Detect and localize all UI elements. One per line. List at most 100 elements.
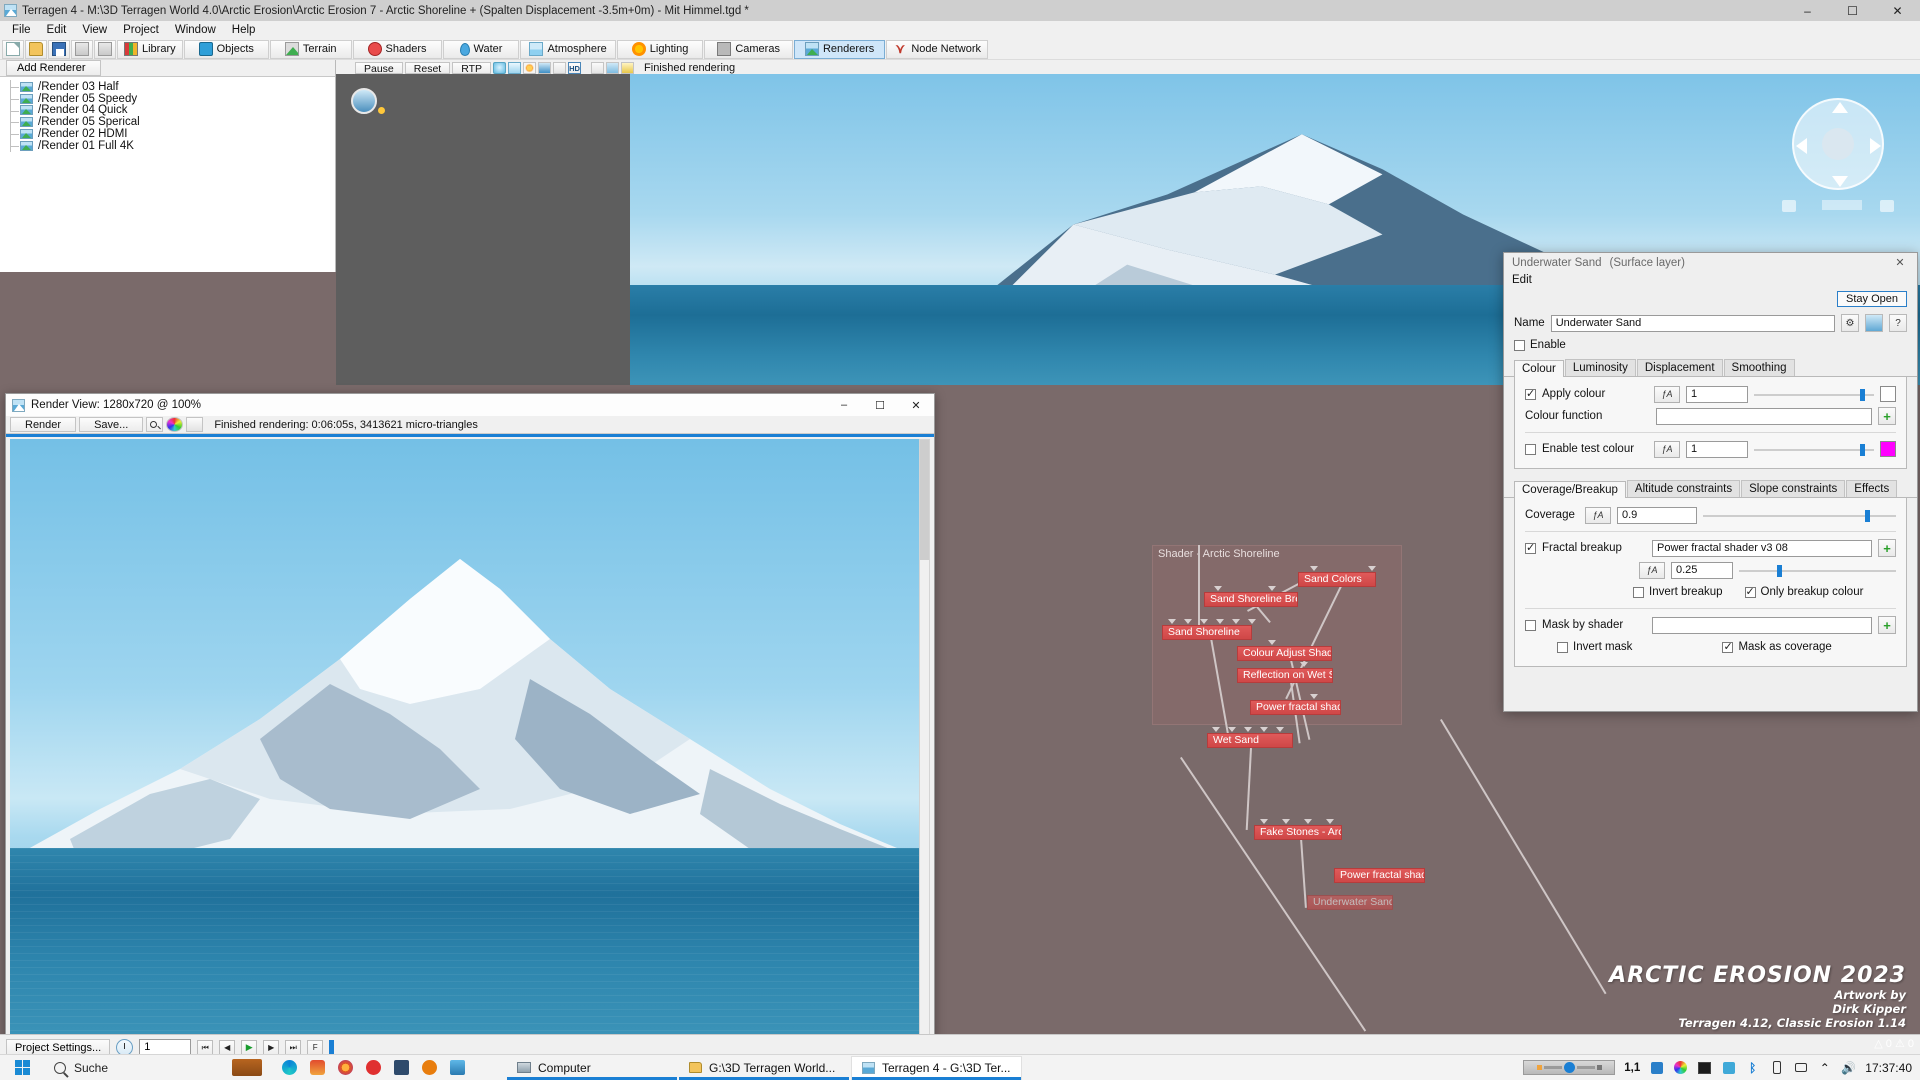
- pinned-paint-icon[interactable]: [443, 1055, 471, 1080]
- render-view-vertical-scrollbar[interactable]: [919, 439, 930, 1059]
- system-tray[interactable]: 1,1 ᛒ ⌃ 🔊 17:37:40: [1523, 1060, 1920, 1075]
- viewport-nav-gizmo[interactable]: [1764, 80, 1912, 220]
- toolbar-water[interactable]: Water: [442, 39, 520, 59]
- pinned-edge-icon[interactable]: [275, 1055, 303, 1080]
- list-item[interactable]: /Render 01 Full 4K: [8, 138, 335, 152]
- viewport-sphere-icon[interactable]: [493, 62, 507, 74]
- renderer-list[interactable]: /Render 03 Half /Render 05 Speedy /Rende…: [0, 77, 335, 152]
- battery-icon[interactable]: [1769, 1060, 1784, 1075]
- mask-by-shader-input[interactable]: [1652, 616, 1872, 634]
- viewport-preview-thumb[interactable]: [351, 88, 377, 114]
- add-renderer-button[interactable]: Add Renderer: [6, 60, 101, 76]
- taskbar-task-terragen[interactable]: Terragen 4 - G:\3D Ter...: [851, 1055, 1022, 1080]
- touch-icon[interactable]: [1721, 1060, 1736, 1075]
- window-controls[interactable]: – ☐ ✕: [1785, 0, 1920, 21]
- toolbar-cameras[interactable]: Cameras: [704, 39, 793, 59]
- viewport-water-icon[interactable]: [538, 62, 552, 74]
- enable-row[interactable]: Enable: [1504, 336, 1917, 354]
- menu-item-file[interactable]: File: [4, 23, 39, 37]
- properties-menu-bar[interactable]: Edit: [1504, 272, 1917, 288]
- apply-colour-function-button[interactable]: ƒA: [1654, 385, 1680, 403]
- colour-function-input[interactable]: [1656, 407, 1872, 425]
- invert-breakup-option[interactable]: Invert breakup: [1633, 586, 1723, 598]
- tab-coverage-breakup[interactable]: Coverage/Breakup: [1514, 481, 1626, 498]
- toolbar-shaders[interactable]: Shaders: [352, 39, 442, 59]
- minimize-button[interactable]: –: [1785, 0, 1830, 21]
- notification-counts[interactable]: △ 0 ⚠ 0: [1874, 1037, 1914, 1050]
- coverage-value-input[interactable]: 0.9: [1617, 506, 1697, 524]
- render-view-maximize-button[interactable]: ☐: [862, 394, 898, 416]
- rendered-image[interactable]: [10, 439, 923, 1059]
- slider-knob[interactable]: [1776, 564, 1782, 577]
- slider-knob[interactable]: [1859, 388, 1865, 401]
- apply-colour-checkbox[interactable]: [1525, 387, 1536, 400]
- viewport-rtp-button[interactable]: RTP: [452, 62, 492, 75]
- pinned-apps[interactable]: [219, 1055, 275, 1080]
- list-item[interactable]: /Render 02 HDMI: [8, 127, 335, 140]
- pinned-blender-icon[interactable]: [415, 1055, 443, 1080]
- menu-item-edit[interactable]: Edit: [39, 23, 75, 37]
- enable-checkbox[interactable]: [1514, 339, 1525, 351]
- maximize-button[interactable]: ☐: [1830, 0, 1875, 21]
- render-view-window-controls[interactable]: – ☐ ✕: [826, 394, 934, 416]
- appearance-tabs[interactable]: Colour Luminosity Displacement Smoothing: [1504, 358, 1917, 377]
- stay-open-button[interactable]: Stay Open: [1837, 291, 1907, 307]
- help-icon[interactable]: ?: [1889, 314, 1907, 332]
- coverage-tabs[interactable]: Coverage/Breakup Altitude constraints Sl…: [1504, 479, 1917, 498]
- scrollbar-thumb[interactable]: [920, 440, 929, 560]
- menu-item-view[interactable]: View: [74, 23, 115, 37]
- render-view-window[interactable]: Render View: 1280x720 @ 100% – ☐ ✕ Rende…: [5, 393, 935, 1080]
- coverage-function-button[interactable]: ƒA: [1585, 506, 1611, 524]
- surface-layer-properties-panel[interactable]: Underwater Sand (Surface layer) ✕ Edit S…: [1503, 252, 1918, 712]
- main-toolbar[interactable]: Library Objects Terrain Shaders Water At…: [0, 39, 1920, 60]
- slider-knob[interactable]: [1859, 443, 1865, 456]
- colour-picker-icon[interactable]: [166, 417, 184, 432]
- taskbar-task-explorer[interactable]: G:\3D Terragen World...: [679, 1056, 849, 1080]
- toolbar-renderers[interactable]: Renderers: [793, 39, 886, 59]
- renderer-panel[interactable]: Add Renderer /Render 03 Half /Render 05 …: [0, 60, 336, 272]
- windows-start-icon[interactable]: [0, 1055, 44, 1080]
- tab-slope-constraints[interactable]: Slope constraints: [1741, 480, 1846, 497]
- color-wheel-icon[interactable]: [1673, 1060, 1688, 1075]
- pinned-rhino-icon[interactable]: [387, 1055, 415, 1080]
- add-mask-shader-button[interactable]: +: [1878, 616, 1896, 634]
- tab-displacement[interactable]: Displacement: [1636, 359, 1723, 376]
- webcam-icon[interactable]: [1793, 1060, 1808, 1075]
- mask-as-coverage-option[interactable]: Mask as coverage: [1722, 640, 1832, 653]
- tab-luminosity[interactable]: Luminosity: [1564, 359, 1636, 376]
- toolbar-objects[interactable]: Objects: [183, 39, 269, 59]
- media-player-widget[interactable]: [1523, 1060, 1616, 1075]
- render-view-close-button[interactable]: ✕: [898, 394, 934, 416]
- list-item[interactable]: /Render 03 Half: [8, 80, 335, 93]
- menu-item-help[interactable]: Help: [224, 23, 264, 37]
- list-item[interactable]: /Render 05 Speedy: [8, 91, 335, 105]
- viewport-hd-toggle[interactable]: HD: [568, 62, 582, 74]
- save-render-button[interactable]: Save...: [79, 417, 144, 432]
- menu-item-project[interactable]: Project: [115, 23, 167, 37]
- toolbar-node-network[interactable]: ⋎ Node Network: [886, 39, 989, 59]
- taskbar-task-computer[interactable]: Computer: [507, 1056, 677, 1080]
- menu-bar[interactable]: File Edit View Project Window Help: [0, 21, 1920, 39]
- slider-knob[interactable]: [1865, 509, 1871, 522]
- render-view-minimize-button[interactable]: –: [826, 394, 862, 416]
- volume-icon[interactable]: 🔊: [1841, 1060, 1856, 1075]
- invert-breakup-checkbox[interactable]: [1633, 586, 1644, 598]
- viewport-refresh-icon[interactable]: [553, 62, 567, 74]
- render-button[interactable]: Render: [10, 417, 77, 432]
- menu-item-edit[interactable]: Edit: [1512, 274, 1532, 286]
- pinned-firefox-icon[interactable]: [331, 1055, 359, 1080]
- apply-colour-swatch[interactable]: [1880, 386, 1896, 402]
- only-breakup-colour-checkbox[interactable]: [1744, 585, 1756, 598]
- only-breakup-colour-option[interactable]: Only breakup colour: [1744, 585, 1863, 598]
- name-input[interactable]: Underwater Sand: [1550, 314, 1835, 332]
- test-colour-swatch[interactable]: [1880, 441, 1896, 457]
- search-input[interactable]: Suche: [44, 1055, 219, 1080]
- render-view-title-bar[interactable]: Render View: 1280x720 @ 100% – ☐ ✕: [6, 394, 934, 416]
- apply-colour-value-input[interactable]: 1: [1686, 385, 1748, 403]
- properties-close-button[interactable]: ✕: [1887, 255, 1913, 269]
- mask-as-coverage-checkbox[interactable]: [1722, 640, 1734, 653]
- fractal-breakup-function-button[interactable]: ƒA: [1639, 561, 1665, 579]
- media-play-icon[interactable]: [1563, 1062, 1575, 1073]
- toolbar-terrain[interactable]: Terrain: [269, 39, 352, 59]
- fractal-breakup-slider[interactable]: [1739, 562, 1896, 579]
